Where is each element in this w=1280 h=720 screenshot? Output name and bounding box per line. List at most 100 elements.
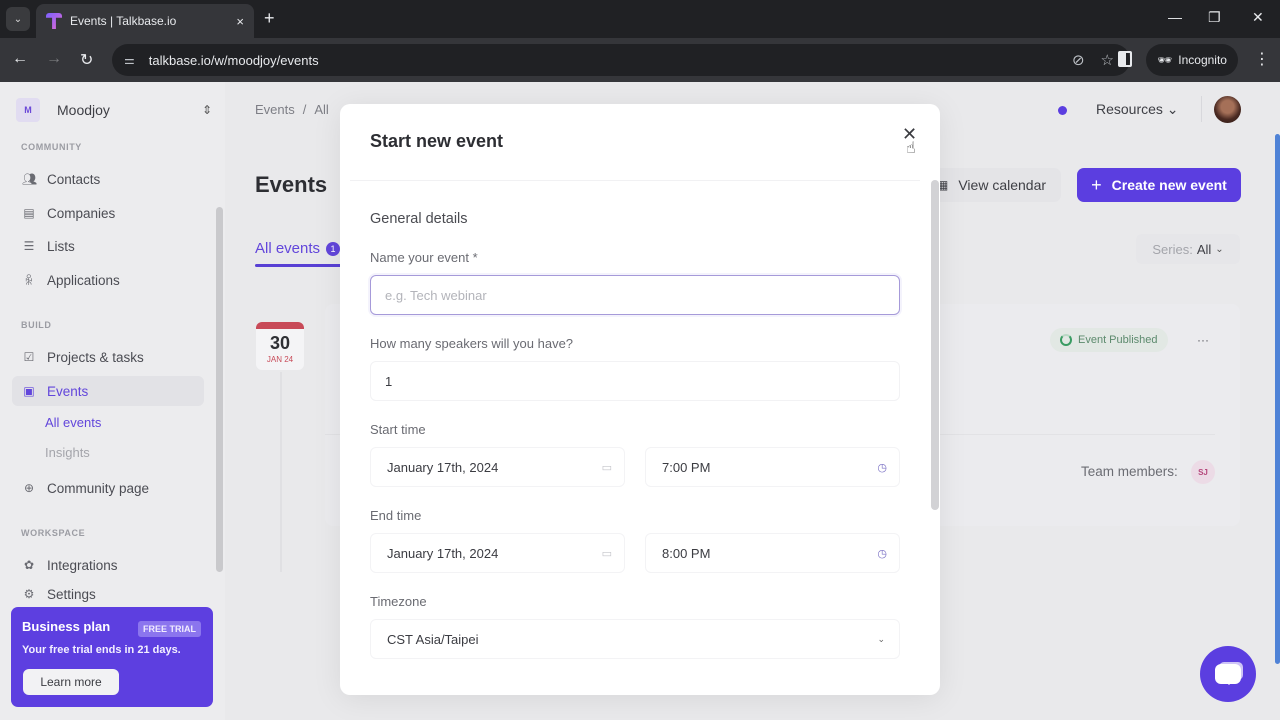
sidebar-item-contacts[interactable]: 👥︎ Contacts [12, 164, 204, 194]
timezone-label: Timezone [370, 594, 427, 609]
reload-button[interactable]: ↻ [80, 50, 93, 70]
event-date-badge: 30 JAN 24 [256, 322, 304, 370]
resources-menu[interactable]: Resources ⌄ [1096, 101, 1179, 118]
companies-icon: ▤ [23, 206, 35, 220]
sidebar-subitem-insights[interactable]: Insights [45, 445, 90, 460]
sidebar-item-community-page[interactable]: ⊕ Community page [12, 473, 204, 503]
new-tab-button[interactable]: + [264, 8, 275, 29]
business-plan-card: Business plan FREE TRIAL Your free trial… [11, 607, 213, 707]
incognito-label: Incognito [1178, 53, 1227, 67]
date-badge-top [256, 322, 304, 329]
series-filter[interactable]: Series: All ⌄ [1136, 234, 1240, 264]
active-tab-underline [255, 264, 345, 267]
end-time-label: End time [370, 508, 422, 523]
side-panel-icon[interactable] [1118, 51, 1132, 67]
user-avatar[interactable] [1214, 96, 1241, 123]
event-name-label: Name your event * [370, 250, 478, 265]
workspace-switcher[interactable]: M Moodjoy ⇕ [16, 98, 212, 122]
modal-scrollbar[interactable] [931, 180, 939, 510]
view-calendar-label: View calendar [958, 177, 1047, 193]
tracking-off-eye-icon[interactable]: ⊘ [1072, 51, 1085, 69]
hand-pointer-cursor-icon: ☝ [906, 140, 916, 157]
timeline-line [280, 372, 282, 572]
create-new-event-label: Create new event [1111, 177, 1227, 193]
incognito-indicator[interactable]: 🕶︎ Incognito [1146, 44, 1238, 76]
checkbox-icon: ☑ [23, 350, 35, 364]
team-member-avatar[interactable]: SJ [1191, 460, 1215, 484]
url-text[interactable]: talkbase.io/w/moodjoy/events [149, 53, 1072, 68]
tab-close-icon[interactable]: × [236, 14, 244, 29]
view-calendar-button[interactable]: ▦ View calendar [925, 168, 1061, 202]
notification-dot[interactable] [1058, 106, 1067, 115]
talkbase-favicon-icon [46, 13, 62, 29]
tab-all-events[interactable]: All events 1 [255, 240, 341, 257]
create-new-event-button[interactable]: + Create new event [1077, 168, 1241, 202]
sidebar-item-integrations[interactable]: ✿ Integrations [12, 550, 204, 580]
end-date-picker[interactable]: January 17th, 2024 ▭ [370, 533, 625, 573]
sidebar-item-label: Companies [47, 205, 116, 221]
sidebar-subitem-all-events[interactable]: All events [45, 415, 101, 430]
browser-menu-icon[interactable]: ⋮ [1254, 49, 1270, 69]
page-scrollbar[interactable] [1275, 134, 1280, 664]
sidebar-item-companies[interactable]: ▤ Companies [12, 198, 204, 228]
tab-title: Events | Talkbase.io [70, 14, 177, 28]
sidebar-item-label: Projects & tasks [47, 349, 144, 365]
globe-icon: ⊕ [23, 481, 35, 495]
workspace-avatar: M [16, 98, 40, 122]
breadcrumb-separator: / [302, 102, 307, 117]
breadcrumb: Events / All [255, 102, 329, 117]
sidebar-item-lists[interactable]: ☰ Lists [12, 231, 204, 261]
start-time-picker[interactable]: 7:00 PM ◷ [645, 447, 900, 487]
page-title: Events [255, 172, 328, 197]
calendar-icon: ▭ [601, 461, 612, 474]
browser-tab[interactable]: Events | Talkbase.io × [36, 4, 254, 38]
sidebar-item-label: Lists [47, 238, 75, 254]
user-plus-icon: ꆜ [24, 274, 34, 288]
forward-button[interactable]: → [46, 50, 62, 68]
site-info-icon[interactable]: ⚌ [124, 53, 135, 67]
team-members-label: Team members: [1081, 464, 1178, 479]
calendar-icon: ▣ [23, 384, 35, 398]
window-close-button[interactable]: ✕ [1252, 9, 1264, 26]
sidebar-item-label: Applications [47, 272, 120, 288]
more-options-button[interactable]: ··· [1191, 328, 1215, 352]
sidebar-item-projects[interactable]: ☑ Projects & tasks [12, 342, 204, 372]
learn-more-button[interactable]: Learn more [23, 669, 119, 695]
chevron-updown-icon: ⇕ [201, 103, 212, 117]
minimize-button[interactable]: — [1168, 9, 1182, 25]
sidebar-item-settings[interactable]: ⚙ Settings [12, 584, 204, 604]
back-button[interactable]: ← [12, 50, 28, 68]
end-time-picker[interactable]: 8:00 PM ◷ [645, 533, 900, 573]
address-bar[interactable]: ⚌ talkbase.io/w/moodjoy/events ⊘ ☆ [112, 44, 1130, 76]
restore-button[interactable]: ❐ [1208, 9, 1221, 26]
breadcrumb-events[interactable]: Events [255, 102, 295, 117]
breadcrumb-all: All [314, 102, 329, 117]
section-community: COMMUNITY [21, 142, 82, 152]
series-label: Series: [1152, 241, 1193, 257]
promo-text: Your free trial ends in 21 days. [22, 644, 181, 656]
timezone-select[interactable]: CST Asia/Taipei ⌄ [370, 619, 900, 659]
tab-search-button[interactable]: ⌄ [6, 7, 30, 31]
speakers-count-input[interactable]: 1 [370, 361, 900, 401]
chat-support-button[interactable] [1200, 646, 1256, 702]
event-name-input[interactable] [370, 275, 900, 315]
speakers-count-value: 1 [385, 373, 393, 389]
bookmark-star-icon[interactable]: ☆ [1101, 51, 1114, 69]
header-divider [1201, 96, 1202, 122]
sidebar-item-events[interactable]: ▣ Events [12, 376, 204, 406]
start-date-value: January 17th, 2024 [387, 459, 499, 475]
general-details-heading: General details [370, 211, 468, 227]
speakers-label: How many speakers will you have? [370, 336, 574, 351]
sidebar-item-label: Integrations [47, 557, 118, 573]
contacts-icon: 👥︎ [22, 172, 38, 186]
modal-header-divider [350, 180, 920, 181]
sidebar-item-applications[interactable]: ꆜ Applications [12, 265, 204, 295]
sidebar-item-label: Events [47, 383, 89, 399]
end-time-value: 8:00 PM [662, 545, 711, 561]
event-status-badge: Event Published [1050, 328, 1168, 352]
chevron-down-icon: ⌄ [1215, 243, 1224, 255]
start-time-label: Start time [370, 422, 426, 437]
start-date-picker[interactable]: January 17th, 2024 ▭ [370, 447, 625, 487]
sidebar-scrollbar[interactable] [216, 207, 223, 572]
free-trial-badge: FREE TRIAL [138, 621, 201, 637]
